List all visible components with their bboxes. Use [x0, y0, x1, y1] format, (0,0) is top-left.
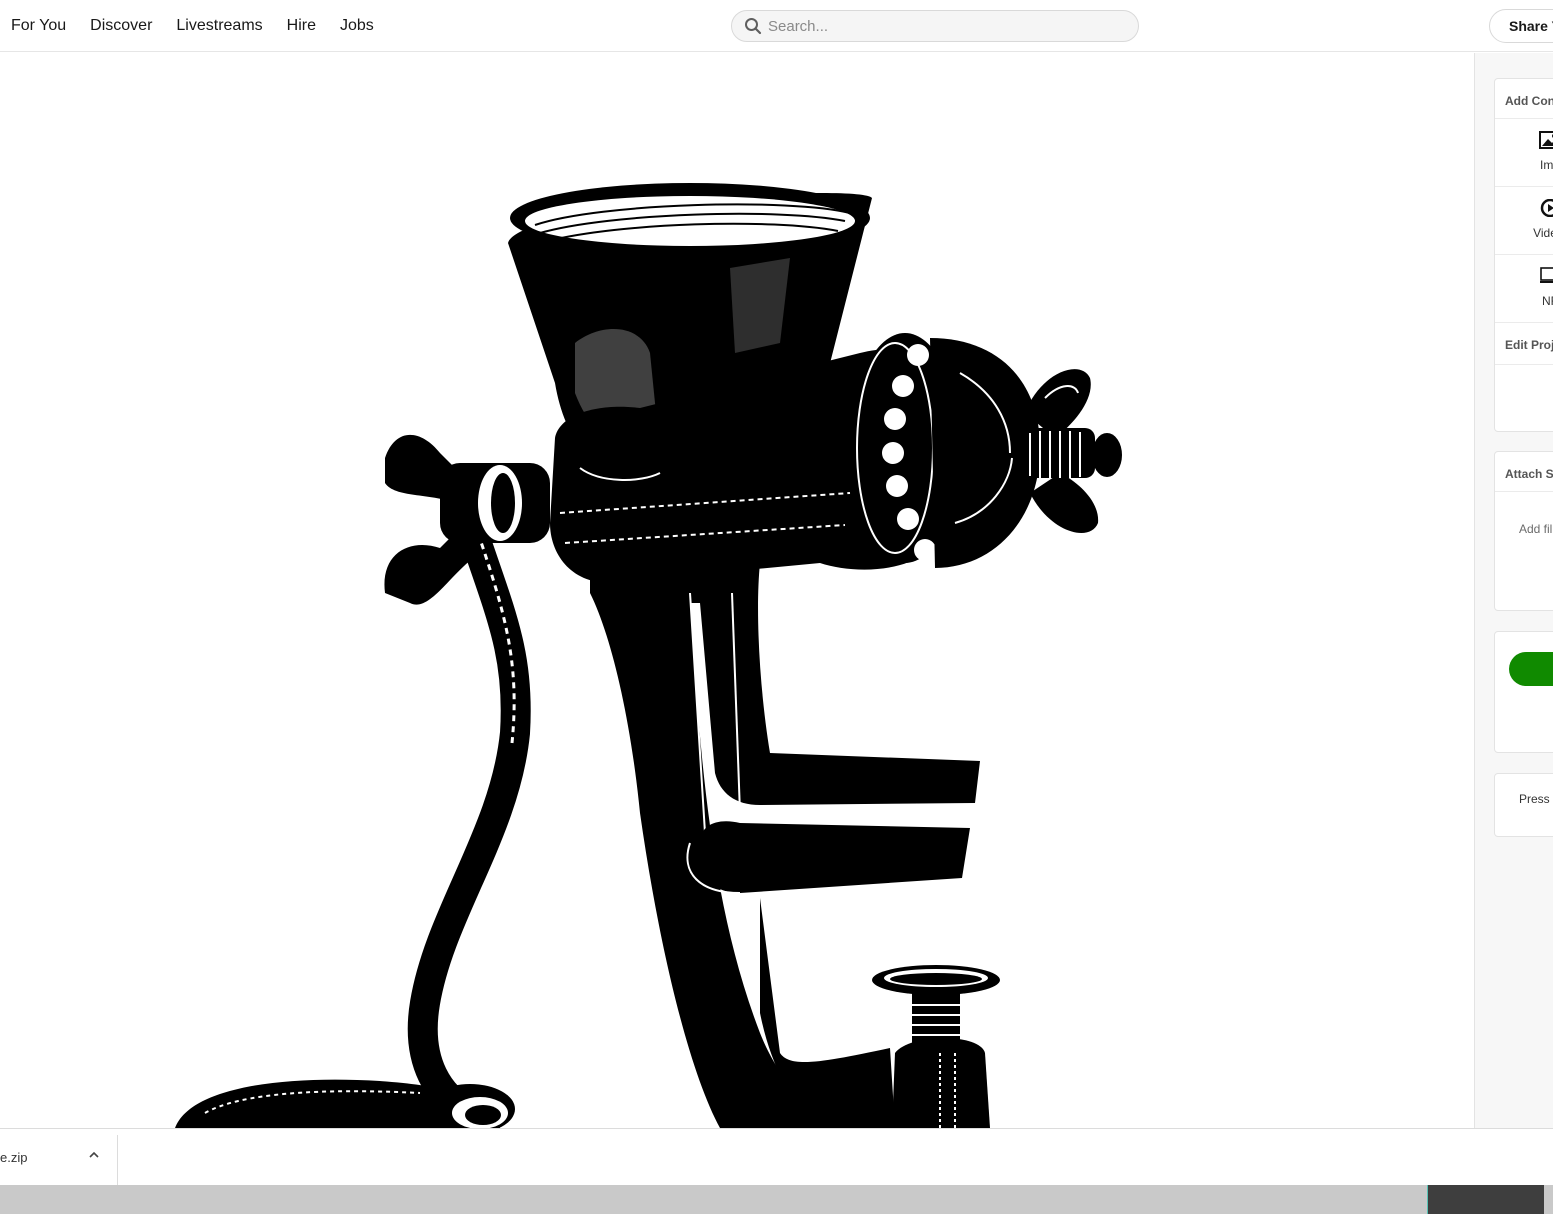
- add-image-tool[interactable]: Ima: [1495, 119, 1553, 187]
- os-taskbar: [0, 1185, 1553, 1214]
- top-navigation-bar: For You Discover Livestreams Hire Jobs S…: [0, 0, 1553, 52]
- continue-button[interactable]: [1509, 652, 1553, 686]
- monitor-icon: [1540, 267, 1553, 283]
- edit-project-title: Edit Proj: [1495, 323, 1553, 365]
- nav-livestreams[interactable]: Livestreams: [176, 17, 262, 35]
- add-files-link[interactable]: Add fil: [1519, 522, 1552, 536]
- add-video-audio-tool[interactable]: Video/: [1495, 187, 1553, 255]
- play-icon: [1540, 199, 1553, 217]
- add-image-label: Ima: [1539, 158, 1553, 172]
- nav-hire[interactable]: Hire: [287, 17, 316, 35]
- add-nft-tool[interactable]: NF: [1495, 255, 1553, 323]
- meat-grinder-illustration[interactable]: [0, 53, 1474, 1128]
- search-box[interactable]: [731, 10, 1139, 42]
- continue-card: [1494, 631, 1553, 753]
- search-icon: [745, 18, 762, 35]
- add-content-card: Add Con Ima Video/ NF Edit Proj: [1494, 78, 1553, 432]
- download-shelf: e.zip: [0, 1128, 1553, 1185]
- add-video-audio-label: Video/: [1533, 226, 1553, 240]
- search-input[interactable]: [768, 17, 1128, 35]
- image-icon: [1539, 131, 1553, 149]
- add-content-title: Add Con: [1495, 79, 1553, 119]
- main-nav: For You Discover Livestreams Hire Jobs: [11, 0, 398, 52]
- attach-source-title: Attach S: [1495, 452, 1553, 492]
- nav-for-you[interactable]: For You: [11, 17, 66, 35]
- share-work-button[interactable]: Share Y: [1489, 9, 1553, 43]
- download-file-name: e.zip: [0, 1150, 28, 1165]
- chevron-up-icon[interactable]: [86, 1147, 102, 1163]
- attach-source-card: Attach S Add fil: [1494, 451, 1553, 611]
- keyboard-hint-text: Press: [1519, 792, 1550, 806]
- nav-jobs[interactable]: Jobs: [340, 17, 374, 35]
- taskbar-app-button[interactable]: [1427, 1185, 1544, 1214]
- project-canvas: [0, 53, 1474, 1128]
- keyboard-hint-card: Press: [1494, 773, 1553, 837]
- download-item[interactable]: e.zip: [0, 1135, 118, 1185]
- nav-discover[interactable]: Discover: [90, 17, 152, 35]
- editor-side-panel: Add Con Ima Video/ NF Edit Proj: [1474, 53, 1553, 1128]
- add-nft-label: NF: [1542, 294, 1553, 308]
